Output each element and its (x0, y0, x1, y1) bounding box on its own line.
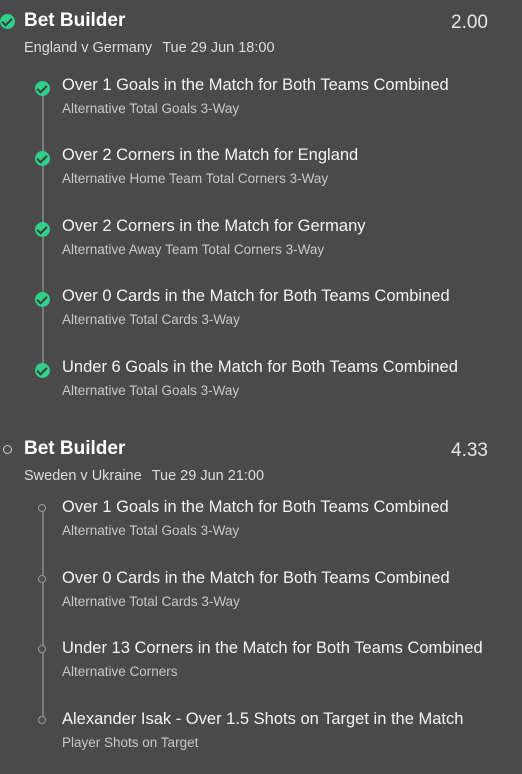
match-info: England v Germany Tue 29 Jun 18:00 (24, 40, 275, 56)
bet-title: Bet Builder (24, 10, 126, 31)
leg-market: Alternative Total Cards 3-Way (62, 594, 240, 609)
bet-odds: 4.33 (451, 440, 488, 461)
bet-odds: 2.00 (451, 12, 488, 33)
match-datetime: Tue 29 Jun 21:00 (151, 468, 265, 484)
leg-item: Over 2 Corners in the Match for Germany … (0, 217, 522, 277)
leg-selection: Over 2 Corners in the Match for Germany (62, 217, 366, 235)
check-circle-icon (35, 151, 50, 166)
match-name: Sweden v Ukraine (24, 468, 142, 484)
leg-market: Alternative Home Team Total Corners 3-Wa… (62, 171, 329, 186)
leg-item: Over 0 Cards in the Match for Both Teams… (0, 569, 522, 629)
leg-market: Alternative Total Goals 3-Way (62, 523, 240, 538)
leg-selection: Over 1 Goals in the Match for Both Teams… (62, 498, 449, 516)
check-circle-icon (0, 14, 15, 29)
check-circle-icon (35, 292, 50, 307)
leg-selection: Under 13 Corners in the Match for Both T… (62, 639, 483, 657)
leg-selection: Over 1 Goals in the Match for Both Teams… (62, 76, 449, 94)
check-circle-icon (35, 81, 50, 96)
leg-selection: Alexander Isak - Over 1.5 Shots on Targe… (62, 710, 464, 728)
leg-market: Player Shots on Target (62, 735, 199, 750)
leg-item: Over 0 Cards in the Match for Both Teams… (0, 287, 522, 347)
bet-header: Bet Builder 2.00 (0, 0, 522, 33)
leg-item: Alexander Isak - Over 1.5 Shots on Targe… (0, 710, 522, 770)
open-circle-icon (38, 645, 46, 653)
match-name: England v Germany (24, 40, 153, 56)
bet-header: Bet Builder 4.33 (0, 428, 522, 461)
leg-item: Over 2 Corners in the Match for England … (0, 146, 522, 206)
leg-selection: Over 0 Cards in the Match for Both Teams… (62, 569, 450, 587)
check-circle-icon (35, 222, 50, 237)
check-circle-icon (35, 363, 50, 378)
leg-item: Over 1 Goals in the Match for Both Teams… (0, 76, 522, 136)
open-circle-icon (3, 445, 12, 454)
leg-selection: Under 6 Goals in the Match for Both Team… (62, 358, 458, 376)
open-circle-icon (38, 504, 46, 512)
leg-item: Over 1 Goals in the Match for Both Teams… (0, 498, 522, 558)
leg-selection: Over 2 Corners in the Match for England (62, 146, 359, 164)
bet-title: Bet Builder (24, 438, 126, 459)
leg-market: Alternative Total Cards 3-Way (62, 312, 240, 327)
leg-market: Alternative Total Goals 3-Way (62, 101, 240, 116)
leg-market: Alternative Away Team Total Corners 3-Wa… (62, 242, 325, 257)
leg-market: Alternative Corners (62, 664, 178, 679)
match-datetime: Tue 29 Jun 18:00 (162, 40, 275, 56)
match-info: Sweden v Ukraine Tue 29 Jun 21:00 (24, 468, 264, 484)
leg-market: Alternative Total Goals 3-Way (62, 383, 240, 398)
leg-item: Under 6 Goals in the Match for Both Team… (0, 358, 522, 418)
open-circle-icon (38, 716, 46, 724)
leg-selection: Over 0 Cards in the Match for Both Teams… (62, 287, 450, 305)
leg-item: Under 13 Corners in the Match for Both T… (0, 639, 522, 699)
open-circle-icon (38, 575, 46, 583)
